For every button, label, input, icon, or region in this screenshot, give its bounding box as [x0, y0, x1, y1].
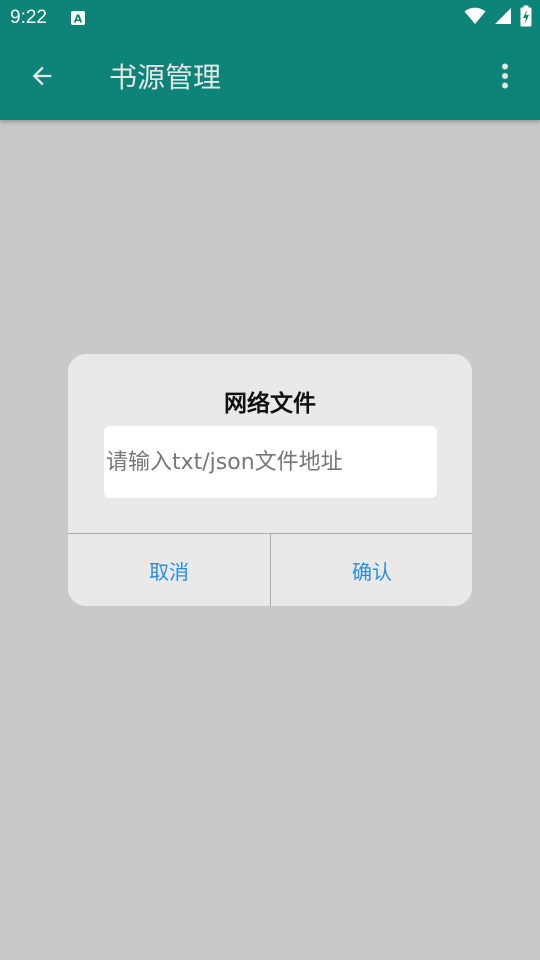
wifi-icon — [464, 7, 486, 29]
more-options-button[interactable] — [490, 58, 520, 98]
app-bar: 书源管理 — [0, 36, 540, 120]
app-notification-icon: A — [70, 10, 86, 26]
status-bar: 9:22 A — [0, 0, 540, 36]
battery-charging-icon — [520, 5, 532, 31]
status-icons — [464, 5, 532, 31]
page-title: 书源管理 — [109, 61, 222, 94]
status-time: 9:22 — [10, 7, 47, 28]
confirm-button[interactable]: 确认 — [271, 534, 472, 606]
dialog-title: 网络文件 — [224, 391, 316, 417]
svg-text:A: A — [74, 13, 83, 26]
network-file-dialog: 网络文件 取消 确认 — [68, 354, 472, 606]
back-button[interactable] — [22, 58, 62, 98]
cancel-button[interactable]: 取消 — [68, 534, 270, 606]
file-url-input[interactable] — [104, 426, 437, 498]
screen: 9:22 A 书源管理 网络文件 请输入txt/json文件地址 取消 确认 — [0, 0, 540, 960]
signal-icon — [494, 7, 512, 29]
arrow-back-icon — [28, 62, 56, 94]
more-vert-icon — [501, 63, 509, 93]
